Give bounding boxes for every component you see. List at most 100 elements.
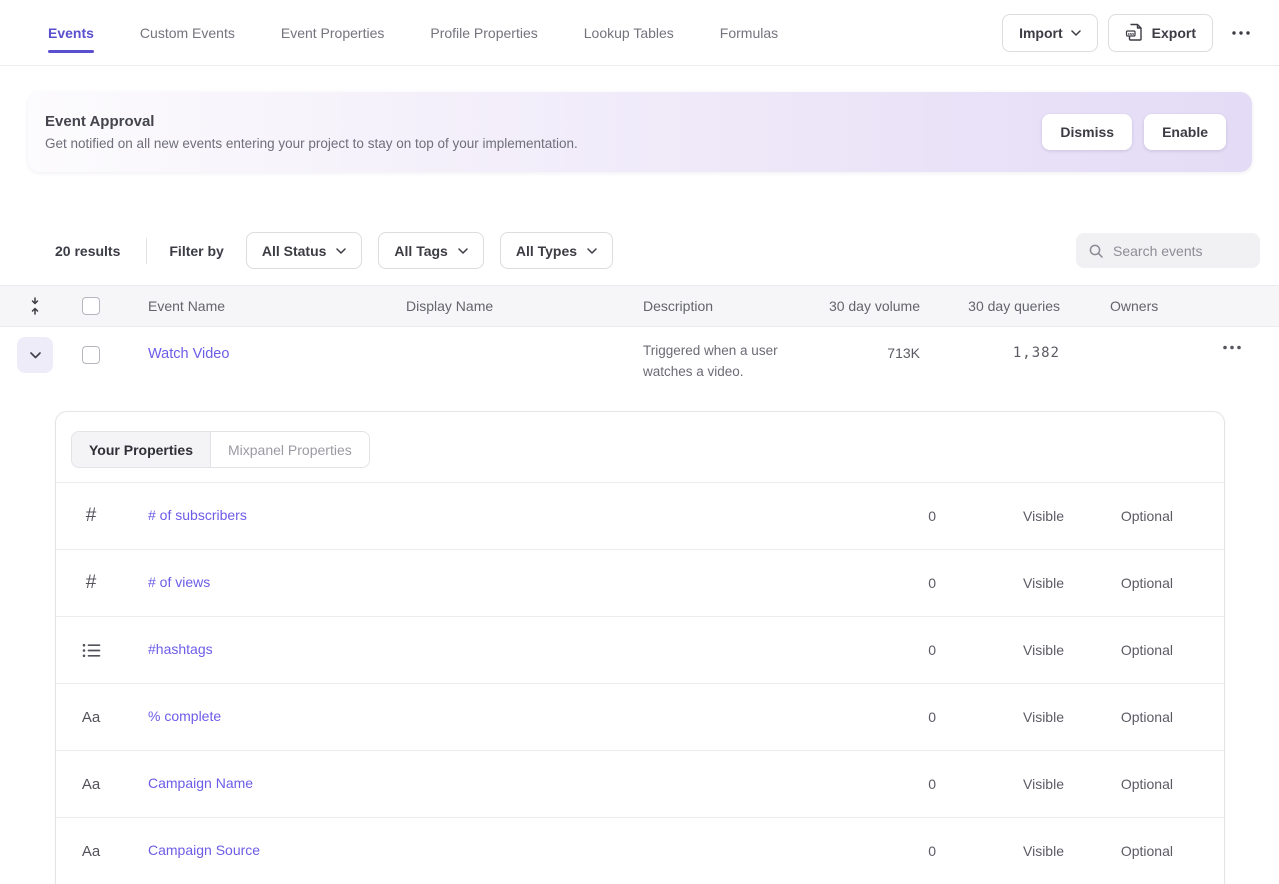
property-visibility: Visible bbox=[936, 776, 1064, 792]
property-status: Optional bbox=[1064, 843, 1173, 859]
topbar-actions: Import csv Export bbox=[1002, 14, 1259, 52]
import-button-label: Import bbox=[1019, 25, 1063, 41]
property-status: Optional bbox=[1064, 709, 1173, 725]
chevron-down-icon bbox=[1071, 30, 1081, 36]
property-visibility: Visible bbox=[936, 508, 1064, 524]
filter-dropdown-label: All Tags bbox=[394, 243, 447, 259]
ellipsis-icon bbox=[1222, 345, 1242, 350]
property-name-link[interactable]: # of views bbox=[126, 574, 210, 590]
svg-text:csv: csv bbox=[1127, 32, 1134, 36]
search-input[interactable] bbox=[1113, 243, 1243, 259]
enable-button[interactable]: Enable bbox=[1144, 114, 1226, 150]
nav-tab[interactable]: Custom Events bbox=[140, 0, 235, 65]
results-count: 20 results bbox=[55, 243, 120, 259]
filter-dropdown-label: All Status bbox=[262, 243, 327, 259]
export-button-label: Export bbox=[1152, 25, 1196, 41]
nav-tab-label: Event Properties bbox=[281, 25, 385, 41]
header-volume: 30 day volume bbox=[805, 298, 920, 314]
property-name-link[interactable]: #hashtags bbox=[126, 641, 213, 657]
more-options-button[interactable] bbox=[1223, 25, 1259, 41]
nav-tab-label: Formulas bbox=[720, 25, 778, 41]
filter-dropdown-label: All Types bbox=[516, 243, 577, 259]
events-table-header: Event Name Display Name Description 30 d… bbox=[0, 285, 1279, 327]
filter-by-label: Filter by bbox=[169, 243, 223, 259]
search-icon bbox=[1088, 243, 1104, 259]
event-description: Triggered when a user watches a video. bbox=[629, 340, 791, 382]
property-row: # # of subscribers 0 Visible Optional bbox=[56, 483, 1224, 550]
property-count: 0 bbox=[876, 776, 936, 792]
property-visibility: Visible bbox=[936, 843, 1064, 859]
chevron-down-icon bbox=[336, 248, 346, 254]
search-box[interactable] bbox=[1076, 233, 1260, 268]
nav-tab[interactable]: Formulas bbox=[720, 0, 778, 65]
event-volume: 713K bbox=[805, 345, 920, 361]
nav-tab[interactable]: Profile Properties bbox=[430, 0, 537, 65]
filter-dropdown[interactable]: All Status bbox=[246, 232, 363, 269]
property-visibility: Visible bbox=[936, 642, 1064, 658]
properties-tab[interactable]: Your Properties bbox=[72, 432, 211, 467]
property-visibility: Visible bbox=[936, 709, 1064, 725]
properties-tab[interactable]: Mixpanel Properties bbox=[211, 432, 369, 467]
properties-tab-control: Your Properties Mixpanel Properties bbox=[71, 431, 370, 468]
event-approval-banner: Event Approval Get notified on all new e… bbox=[28, 92, 1252, 172]
number-type-icon: # bbox=[86, 572, 97, 594]
property-row: #hashtags 0 Visible Optional bbox=[56, 617, 1224, 684]
list-type-icon bbox=[82, 643, 101, 658]
active-tab-underline bbox=[48, 50, 94, 53]
nav-tab[interactable]: Event Properties bbox=[281, 0, 385, 65]
nav-tab-label: Custom Events bbox=[140, 25, 235, 41]
row-actions-button[interactable] bbox=[1185, 345, 1279, 350]
event-row: Watch Video Triggered when a user watche… bbox=[0, 327, 1279, 411]
filter-dropdown[interactable]: All Types bbox=[500, 232, 613, 269]
header-event-name: Event Name bbox=[130, 298, 406, 314]
properties-tabs-wrap: Your Properties Mixpanel Properties bbox=[56, 412, 1224, 483]
property-row: Aa Campaign Source 0 Visible Optional bbox=[56, 818, 1224, 884]
dismiss-button[interactable]: Dismiss bbox=[1042, 114, 1132, 150]
property-status: Optional bbox=[1064, 575, 1173, 591]
text-type-icon: Aa bbox=[82, 709, 100, 726]
header-owners: Owners bbox=[1060, 298, 1185, 314]
number-type-icon: # bbox=[86, 505, 97, 527]
csv-file-icon: csv bbox=[1125, 23, 1144, 42]
property-count: 0 bbox=[876, 843, 936, 859]
nav-tab[interactable]: Lookup Tables bbox=[584, 0, 674, 65]
banner-text: Event Approval Get notified on all new e… bbox=[45, 113, 578, 151]
property-count: 0 bbox=[876, 709, 936, 725]
property-name-link[interactable]: % complete bbox=[126, 708, 221, 724]
property-row: Aa % complete 0 Visible Optional bbox=[56, 684, 1224, 751]
property-name-link[interactable]: Campaign Source bbox=[126, 842, 260, 858]
ellipsis-icon bbox=[1231, 31, 1251, 35]
nav-tab-label: Events bbox=[48, 25, 94, 41]
property-name-link[interactable]: Campaign Name bbox=[126, 775, 253, 791]
export-button[interactable]: csv Export bbox=[1108, 14, 1213, 52]
event-properties-panel: Your Properties Mixpanel Properties # # … bbox=[55, 411, 1225, 884]
filter-toolbar: 20 results Filter by All Status All Tags… bbox=[55, 232, 1260, 269]
chevron-down-icon bbox=[587, 248, 597, 254]
property-status: Optional bbox=[1064, 642, 1173, 658]
properties-tab-label: Your Properties bbox=[89, 442, 193, 458]
event-queries: 1,382 bbox=[920, 345, 1060, 361]
select-all-checkbox[interactable] bbox=[82, 297, 100, 315]
property-count: 0 bbox=[876, 642, 936, 658]
property-status: Optional bbox=[1064, 508, 1173, 524]
property-row: # # of views 0 Visible Optional bbox=[56, 550, 1224, 617]
nav-tab-label: Profile Properties bbox=[430, 25, 537, 41]
banner-actions: Dismiss Enable bbox=[1042, 114, 1226, 150]
collapse-all-button[interactable] bbox=[0, 297, 70, 315]
row-checkbox[interactable] bbox=[82, 346, 100, 364]
import-button[interactable]: Import bbox=[1002, 14, 1098, 52]
banner-subtitle: Get notified on all new events entering … bbox=[45, 136, 578, 151]
header-description: Description bbox=[629, 298, 805, 314]
banner-title: Event Approval bbox=[45, 113, 578, 130]
top-navigation: Events Custom Events Event Properties Pr… bbox=[0, 0, 1279, 66]
event-name-link[interactable]: Watch Video bbox=[148, 346, 229, 362]
property-name-link[interactable]: # of subscribers bbox=[126, 507, 247, 523]
filter-dropdown[interactable]: All Tags bbox=[378, 232, 483, 269]
nav-tab[interactable]: Events bbox=[48, 0, 94, 65]
collapse-row-button[interactable] bbox=[17, 337, 53, 373]
header-queries: 30 day queries bbox=[920, 298, 1060, 314]
vertical-divider bbox=[146, 238, 147, 264]
chevron-down-icon bbox=[458, 248, 468, 254]
property-row: Aa Campaign Name 0 Visible Optional bbox=[56, 751, 1224, 818]
header-display-name: Display Name bbox=[406, 298, 629, 314]
